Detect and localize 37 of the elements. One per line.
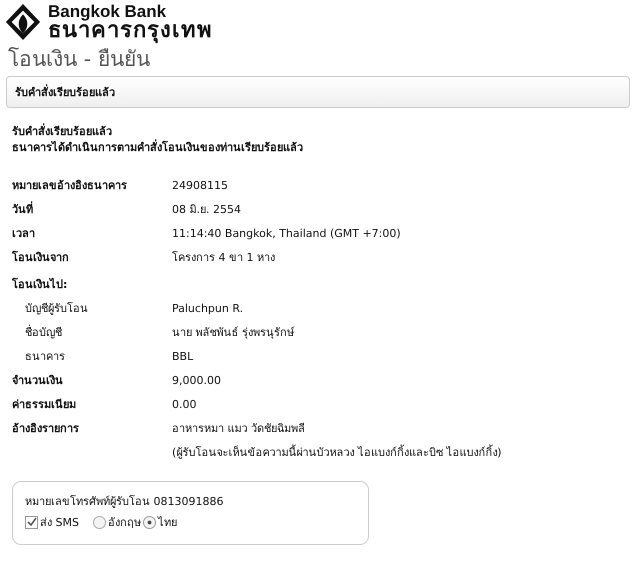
field-label: โอนเงินจาก — [12, 250, 70, 266]
field-label: จำนวนเงิน — [12, 373, 64, 389]
field-label: ค่าธรรมเนียม — [12, 397, 77, 413]
field-value: โครงการ 4 ขา 1 หาง — [172, 250, 275, 266]
field-label: วันที่ — [12, 200, 34, 218]
message-text: ธนาคารได้ดำเนินการตามคำสั่งโอนเงินของท่านเรียบร้อยแล้ว — [12, 140, 304, 156]
radio-button[interactable] — [142, 516, 156, 528]
checkbox[interactable] — [25, 516, 38, 528]
field-label: บัญชีผู้รับโอน — [24, 301, 89, 317]
brand-name-thai: ธนาคารกรุงเทพ — [48, 20, 213, 42]
field-label: เวลา — [12, 226, 36, 242]
field-label: หมายเลขอ้างอิงธนาคาร — [12, 178, 128, 194]
phone-label: หมายเลขโทรศัพท์ผู้รับโอน 0813091886 — [25, 494, 224, 510]
field-label: ธนาคาร — [24, 349, 66, 365]
field-value: 11:14:40 Bangkok, Thailand (GMT +7:00) — [172, 226, 401, 242]
field-value: 0.00 — [172, 397, 196, 413]
field-value: BBL — [172, 349, 194, 365]
field-value: 08 มิ.ย. 2554 — [172, 202, 241, 218]
radio-button[interactable] — [92, 516, 106, 528]
sms-option[interactable]: ส่ง SMS — [25, 513, 79, 531]
field-value: อาหารหมา แมว วัดชัยฉิมพลี — [172, 421, 306, 437]
field-value: 24908115 — [172, 178, 228, 194]
field-label: โอนเงินไป: — [12, 276, 68, 293]
field-value: Paluchpun R. — [172, 301, 244, 317]
field-label: ชื่อบัญชี — [24, 324, 63, 341]
status-bar: รับคำสั่งเรียบร้อยแล้ว — [6, 76, 630, 108]
checkmark-icon — [26, 517, 36, 527]
language-option[interactable]: ไทย — [142, 513, 177, 531]
lotus-logo-icon — [4, 2, 42, 42]
field-value: 9,000.00 — [172, 373, 221, 389]
language-option[interactable]: อังกฤษ — [92, 513, 141, 531]
field-value: (ผู้รับโอนจะเห็นข้อความนี้ผ่านบัวหลวง ไอแบงก์กิ้งและบิซ ไอแบงก์กิ้ง) — [172, 444, 502, 461]
brand-name: Bangkok Bank — [48, 2, 168, 20]
message-text: รับคำสั่งเรียบร้อยแล้ว — [12, 124, 113, 139]
field-value: นาย พลัชพันธ์ รุ่งพรนุรักษ์ — [172, 325, 294, 341]
field-label: อ้างอิงรายการ — [12, 421, 80, 437]
page-title: โอนเงิน - ยืนยัน — [8, 46, 151, 73]
